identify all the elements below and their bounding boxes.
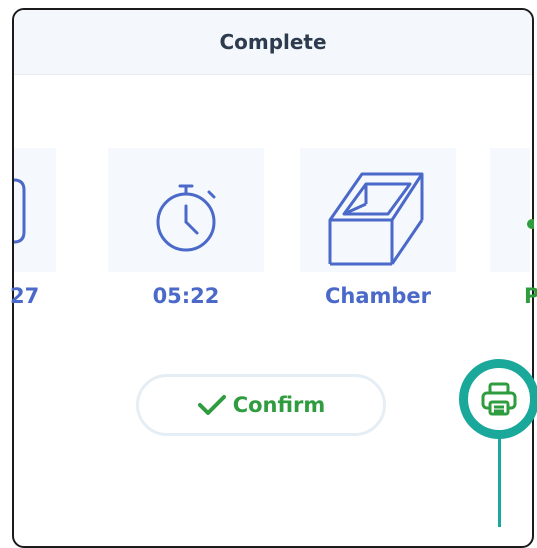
dialog-title: Complete — [219, 30, 327, 54]
printer-icon — [481, 382, 517, 416]
checkmark-icon — [197, 395, 226, 415]
tile-partial-right — [490, 148, 534, 272]
tile-label-time: 05:22 — [152, 284, 220, 308]
partial-icon — [14, 178, 26, 244]
tile-label-chamber: Chamber — [324, 284, 432, 308]
complete-dialog: Complete — [12, 8, 534, 548]
chamber-icon — [328, 172, 424, 266]
print-callout-line — [498, 437, 501, 527]
tile-time — [108, 148, 264, 272]
tile-label-partial-left: 27 — [10, 284, 40, 308]
stopwatch-icon — [156, 184, 216, 252]
dialog-header: Complete — [14, 10, 532, 75]
confirm-label: Confirm — [232, 393, 326, 417]
tile-partial-left — [14, 148, 56, 272]
tile-label-partial-right: P — [524, 284, 537, 308]
confirm-button[interactable]: Confirm — [136, 374, 386, 436]
print-button[interactable] — [459, 359, 537, 439]
tile-chamber — [300, 148, 456, 272]
partial-green-icon — [527, 219, 534, 229]
